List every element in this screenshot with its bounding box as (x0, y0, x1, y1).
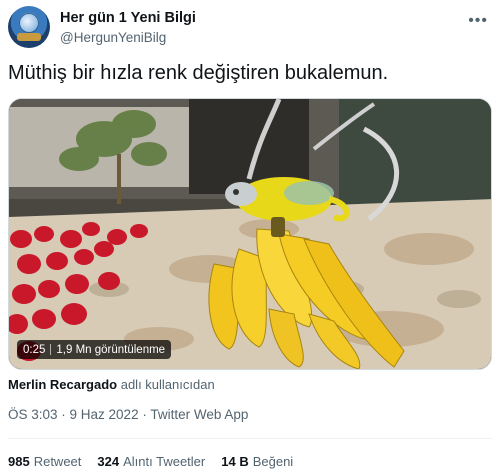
quotes-count: 324 (97, 454, 120, 469)
attribution-suffix: adlı kullanıcıdan (120, 377, 215, 392)
video-info-badge: 0:25 1,9 Mn görüntülenme (17, 340, 172, 359)
video-player[interactable]: 0:25 1,9 Mn görüntülenme (8, 98, 492, 370)
video-thumbnail (9, 99, 491, 369)
trophy-stand-icon (17, 33, 41, 41)
video-attribution: Merlin Recargado adlı kullanıcıdan (8, 377, 215, 392)
author-handle[interactable]: @HergunYeniBilg (60, 30, 166, 45)
tweet-text: Müthiş bir hızla renk değiştiren bukalem… (8, 62, 389, 84)
quotes-label: Alıntı Tweetler (123, 454, 206, 469)
author-display-name[interactable]: Her gün 1 Yeni Bilgi (60, 10, 196, 26)
more-icon[interactable]: ••• (468, 12, 488, 30)
video-duration: 0:25 (23, 343, 46, 356)
retweets-count: 985 (8, 454, 30, 469)
attribution-author[interactable]: Merlin Recargado (8, 377, 117, 392)
likes-label: Beğeni (252, 454, 294, 469)
quotes-stat[interactable]: 324 Alıntı Tweetler (97, 454, 205, 469)
divider (8, 438, 492, 439)
likes-count: 14 B (221, 454, 249, 469)
avatar[interactable] (8, 6, 50, 48)
likes-stat[interactable]: 14 B Beğeni (221, 454, 293, 469)
video-views: 1,9 Mn görüntülenme (56, 343, 166, 356)
badge-separator (50, 344, 52, 355)
tweet-timestamp-source[interactable]: ÖS 3:03 · 9 Haz 2022 · Twitter Web App (8, 407, 248, 422)
tweet-stats: 985 Retweet 324 Alıntı Tweetler 14 B Beğeni (8, 454, 293, 469)
retweets-label: Retweet (33, 454, 82, 469)
tweet-header: Her gün 1 Yeni Bilgi @HergunYeniBilg ••• (8, 6, 492, 52)
globe-icon (19, 13, 39, 33)
retweets-stat[interactable]: 985 Retweet (8, 454, 81, 469)
